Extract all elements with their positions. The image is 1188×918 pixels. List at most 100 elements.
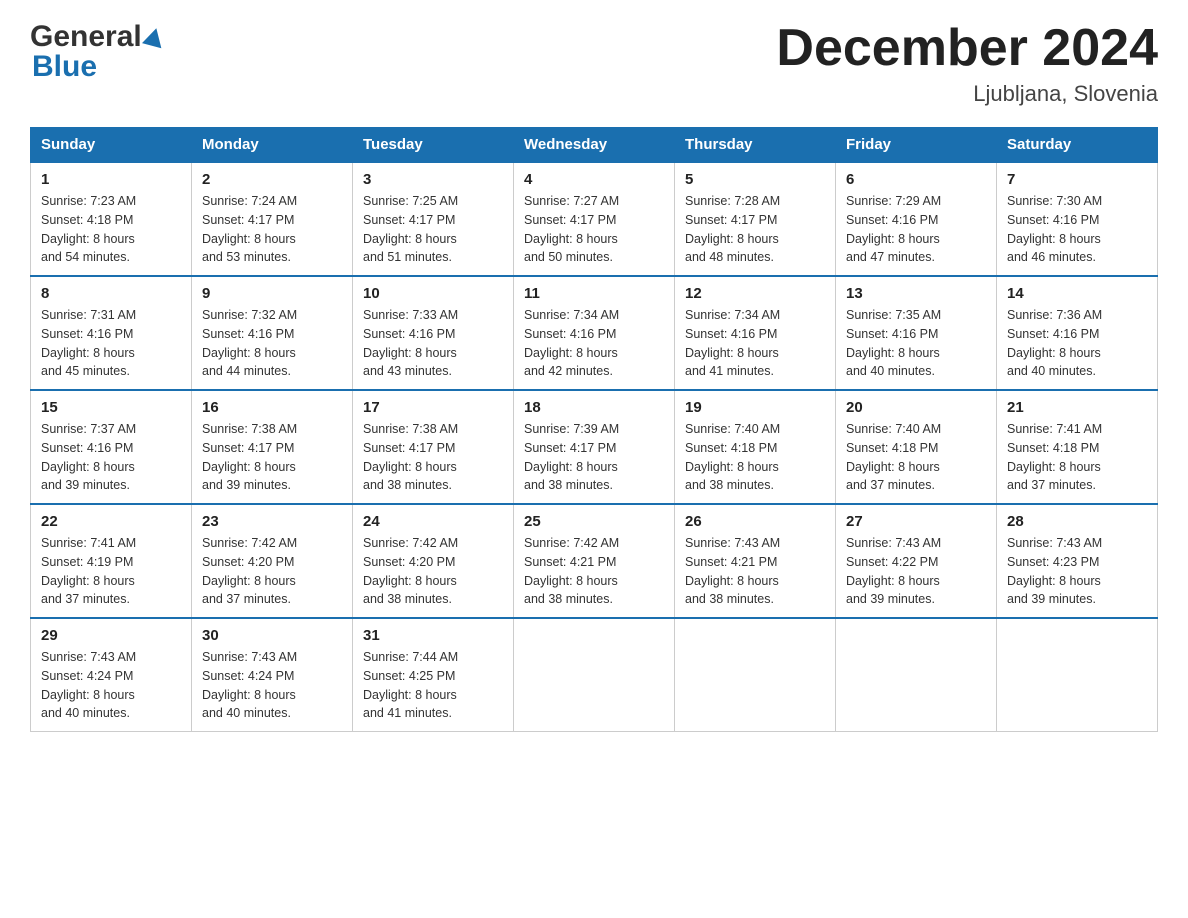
day-info-16: Sunrise: 7:38 AMSunset: 4:17 PMDaylight:… <box>202 420 342 495</box>
day-info-15: Sunrise: 7:37 AMSunset: 4:16 PMDaylight:… <box>41 420 181 495</box>
weekday-header-tuesday: Tuesday <box>353 128 514 163</box>
day-cell-14: 14 Sunrise: 7:36 AMSunset: 4:16 PMDayligh… <box>997 276 1158 390</box>
day-cell-12: 12 Sunrise: 7:34 AMSunset: 4:16 PMDayligh… <box>675 276 836 390</box>
day-info-28: Sunrise: 7:43 AMSunset: 4:23 PMDaylight:… <box>1007 534 1147 609</box>
day-cell-15: 15 Sunrise: 7:37 AMSunset: 4:16 PMDayligh… <box>31 390 192 504</box>
day-number-25: 25 <box>524 513 664 530</box>
day-cell-18: 18 Sunrise: 7:39 AMSunset: 4:17 PMDayligh… <box>514 390 675 504</box>
weekday-header-row: SundayMondayTuesdayWednesdayThursdayFrid… <box>31 128 1158 163</box>
day-cell-22: 22Sunrise: 7:41 AMSunset: 4:19 PMDayligh… <box>31 504 192 618</box>
day-cell-2: 2 Sunrise: 7:24 AMSunset: 4:17 PMDaylight… <box>192 162 353 276</box>
day-number-2: 2 <box>202 171 342 188</box>
day-info-31: Sunrise: 7:44 AMSunset: 4:25 PMDaylight:… <box>363 648 503 723</box>
day-info-14: Sunrise: 7:36 AMSunset: 4:16 PMDaylight:… <box>1007 306 1147 381</box>
day-number-27: 27 <box>846 513 986 530</box>
location-text: Ljubljana, Slovenia <box>776 81 1158 107</box>
day-number-11: 11 <box>524 285 664 302</box>
day-number-16: 16 <box>202 399 342 416</box>
day-number-17: 17 <box>363 399 503 416</box>
day-number-20: 20 <box>846 399 986 416</box>
day-info-26: Sunrise: 7:43 AMSunset: 4:21 PMDaylight:… <box>685 534 825 609</box>
day-info-17: Sunrise: 7:38 AMSunset: 4:17 PMDaylight:… <box>363 420 503 495</box>
day-info-18: Sunrise: 7:39 AMSunset: 4:17 PMDaylight:… <box>524 420 664 495</box>
day-info-4: Sunrise: 7:27 AMSunset: 4:17 PMDaylight:… <box>524 192 664 267</box>
day-cell-26: 26 Sunrise: 7:43 AMSunset: 4:21 PMDayligh… <box>675 504 836 618</box>
day-number-18: 18 <box>524 399 664 416</box>
day-number-12: 12 <box>685 285 825 302</box>
day-number-30: 30 <box>202 627 342 644</box>
day-cell-30: 30 Sunrise: 7:43 AMSunset: 4:24 PMDayligh… <box>192 618 353 732</box>
logo-general-text: General <box>30 20 142 54</box>
day-cell-31: 31Sunrise: 7:44 AMSunset: 4:25 PMDayligh… <box>353 618 514 732</box>
day-info-24: Sunrise: 7:42 AMSunset: 4:20 PMDaylight:… <box>363 534 503 609</box>
day-info-25: Sunrise: 7:42 AMSunset: 4:21 PMDaylight:… <box>524 534 664 609</box>
day-info-23: Sunrise: 7:42 AMSunset: 4:20 PMDaylight:… <box>202 534 342 609</box>
day-cell-1: 1 Sunrise: 7:23 AMSunset: 4:18 PMDaylight… <box>31 162 192 276</box>
weekday-header-thursday: Thursday <box>675 128 836 163</box>
day-info-12: Sunrise: 7:34 AMSunset: 4:16 PMDaylight:… <box>685 306 825 381</box>
day-cell-16: 16 Sunrise: 7:38 AMSunset: 4:17 PMDayligh… <box>192 390 353 504</box>
day-cell-21: 21 Sunrise: 7:41 AMSunset: 4:18 PMDayligh… <box>997 390 1158 504</box>
empty-cell-w4-c3 <box>514 618 675 732</box>
day-info-6: Sunrise: 7:29 AMSunset: 4:16 PMDaylight:… <box>846 192 986 267</box>
day-number-23: 23 <box>202 513 342 530</box>
day-info-13: Sunrise: 7:35 AMSunset: 4:16 PMDaylight:… <box>846 306 986 381</box>
day-cell-25: 25 Sunrise: 7:42 AMSunset: 4:21 PMDayligh… <box>514 504 675 618</box>
day-number-29: 29 <box>41 627 181 644</box>
day-cell-6: 6 Sunrise: 7:29 AMSunset: 4:16 PMDaylight… <box>836 162 997 276</box>
day-info-9: Sunrise: 7:32 AMSunset: 4:16 PMDaylight:… <box>202 306 342 381</box>
day-cell-11: 11 Sunrise: 7:34 AMSunset: 4:16 PMDayligh… <box>514 276 675 390</box>
day-number-15: 15 <box>41 399 181 416</box>
day-info-20: Sunrise: 7:40 AMSunset: 4:18 PMDaylight:… <box>846 420 986 495</box>
day-info-3: Sunrise: 7:25 AMSunset: 4:17 PMDaylight:… <box>363 192 503 267</box>
day-cell-7: 7Sunrise: 7:30 AMSunset: 4:16 PMDaylight… <box>997 162 1158 276</box>
day-info-5: Sunrise: 7:28 AMSunset: 4:17 PMDaylight:… <box>685 192 825 267</box>
day-number-1: 1 <box>41 171 181 188</box>
weekday-header-monday: Monday <box>192 128 353 163</box>
empty-cell-w4-c4 <box>675 618 836 732</box>
day-number-21: 21 <box>1007 399 1147 416</box>
day-number-14: 14 <box>1007 285 1147 302</box>
day-cell-5: 5 Sunrise: 7:28 AMSunset: 4:17 PMDaylight… <box>675 162 836 276</box>
day-number-4: 4 <box>524 171 664 188</box>
weekday-header-sunday: Sunday <box>31 128 192 163</box>
day-cell-20: 20 Sunrise: 7:40 AMSunset: 4:18 PMDayligh… <box>836 390 997 504</box>
day-cell-3: 3 Sunrise: 7:25 AMSunset: 4:17 PMDaylight… <box>353 162 514 276</box>
day-number-3: 3 <box>363 171 503 188</box>
day-cell-24: 24Sunrise: 7:42 AMSunset: 4:20 PMDayligh… <box>353 504 514 618</box>
week-row-4: 22Sunrise: 7:41 AMSunset: 4:19 PMDayligh… <box>31 504 1158 618</box>
day-number-26: 26 <box>685 513 825 530</box>
day-info-7: Sunrise: 7:30 AMSunset: 4:16 PMDaylight:… <box>1007 192 1147 267</box>
weekday-header-saturday: Saturday <box>997 128 1158 163</box>
logo-triangle-icon <box>142 26 166 49</box>
day-number-10: 10 <box>363 285 503 302</box>
day-cell-29: 29 Sunrise: 7:43 AMSunset: 4:24 PMDayligh… <box>31 618 192 732</box>
week-row-1: 1 Sunrise: 7:23 AMSunset: 4:18 PMDaylight… <box>31 162 1158 276</box>
day-number-13: 13 <box>846 285 986 302</box>
month-title: December 2024 <box>776 20 1158 77</box>
day-info-10: Sunrise: 7:33 AMSunset: 4:16 PMDaylight:… <box>363 306 503 381</box>
empty-cell-w4-c6 <box>997 618 1158 732</box>
day-info-30: Sunrise: 7:43 AMSunset: 4:24 PMDaylight:… <box>202 648 342 723</box>
day-info-1: Sunrise: 7:23 AMSunset: 4:18 PMDaylight:… <box>41 192 181 267</box>
day-info-29: Sunrise: 7:43 AMSunset: 4:24 PMDaylight:… <box>41 648 181 723</box>
title-section: December 2024 Ljubljana, Slovenia <box>776 20 1158 107</box>
day-number-6: 6 <box>846 171 986 188</box>
day-info-27: Sunrise: 7:43 AMSunset: 4:22 PMDaylight:… <box>846 534 986 609</box>
day-number-5: 5 <box>685 171 825 188</box>
day-cell-9: 9 Sunrise: 7:32 AMSunset: 4:16 PMDaylight… <box>192 276 353 390</box>
day-number-9: 9 <box>202 285 342 302</box>
day-cell-28: 28Sunrise: 7:43 AMSunset: 4:23 PMDayligh… <box>997 504 1158 618</box>
day-info-11: Sunrise: 7:34 AMSunset: 4:16 PMDaylight:… <box>524 306 664 381</box>
day-number-8: 8 <box>41 285 181 302</box>
day-info-2: Sunrise: 7:24 AMSunset: 4:17 PMDaylight:… <box>202 192 342 267</box>
day-cell-19: 19Sunrise: 7:40 AMSunset: 4:18 PMDayligh… <box>675 390 836 504</box>
week-row-3: 15 Sunrise: 7:37 AMSunset: 4:16 PMDayligh… <box>31 390 1158 504</box>
weekday-header-wednesday: Wednesday <box>514 128 675 163</box>
week-row-5: 29 Sunrise: 7:43 AMSunset: 4:24 PMDayligh… <box>31 618 1158 732</box>
day-info-8: Sunrise: 7:31 AMSunset: 4:16 PMDaylight:… <box>41 306 181 381</box>
weekday-header-friday: Friday <box>836 128 997 163</box>
week-row-2: 8 Sunrise: 7:31 AMSunset: 4:16 PMDaylight… <box>31 276 1158 390</box>
day-number-22: 22 <box>41 513 181 530</box>
day-info-21: Sunrise: 7:41 AMSunset: 4:18 PMDaylight:… <box>1007 420 1147 495</box>
